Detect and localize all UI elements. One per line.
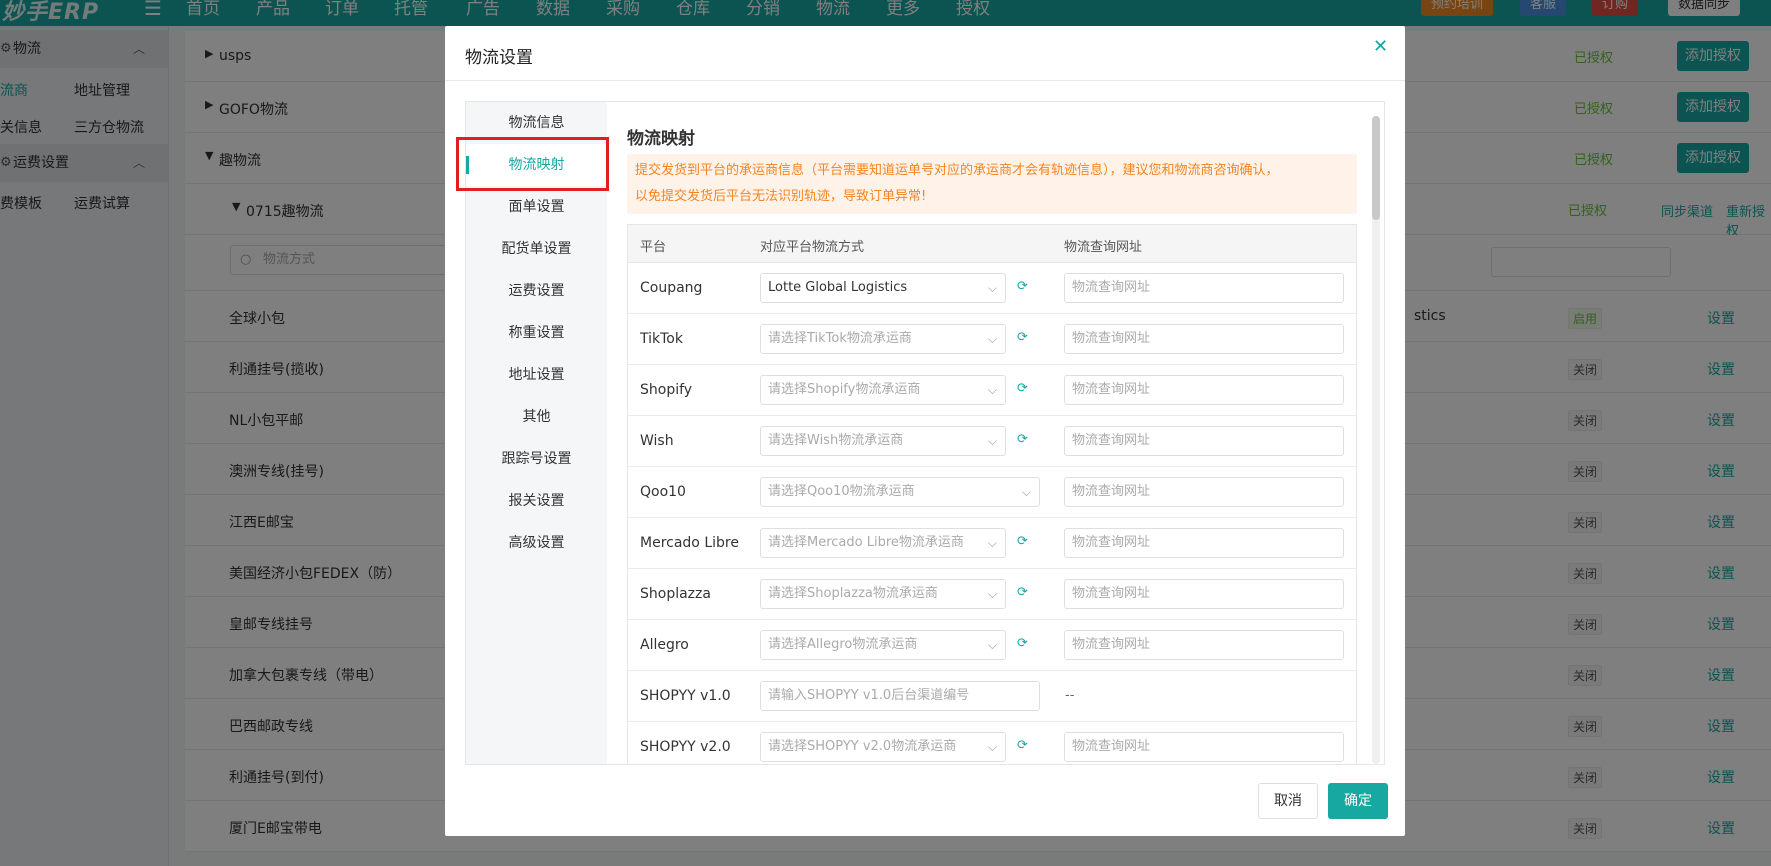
cancel-button[interactable]: 取消 xyxy=(1258,783,1318,819)
carrier-select[interactable]: Lotte Global Logistics ⌵ xyxy=(760,273,1006,303)
carrier-select[interactable]: 请选择Shopify物流承运商 ⌵ xyxy=(760,375,1006,405)
tracking-url-input[interactable]: 物流查询网址 xyxy=(1064,426,1344,456)
carrier-select[interactable]: 请选择Allegro物流承运商 ⌵ xyxy=(760,630,1006,660)
confirm-button[interactable]: 确定 xyxy=(1328,783,1388,819)
tracking-url-input[interactable]: 物流查询网址 xyxy=(1064,273,1344,303)
refresh-icon[interactable]: ⟳ xyxy=(1017,534,1028,549)
refresh-icon[interactable]: ⟳ xyxy=(1017,432,1028,447)
table-row: SHOPYY v1.0 请输入SHOPYY v1.0后台渠道编号 -- xyxy=(628,671,1356,722)
chevron-down-icon: ⌵ xyxy=(987,587,997,601)
carrier-select[interactable]: 请选择TikTok物流承运商 ⌵ xyxy=(760,324,1006,354)
col-carrier: 对应平台物流方式 xyxy=(760,240,865,255)
refresh-icon[interactable]: ⟳ xyxy=(1017,279,1028,294)
carrier-select[interactable]: 请选择SHOPYY v2.0物流承运商 ⌵ xyxy=(760,732,1006,762)
refresh-icon[interactable]: ⟳ xyxy=(1017,636,1028,651)
chevron-down-icon: ⌵ xyxy=(987,638,997,652)
modal-header: 物流设置 ✕ xyxy=(445,26,1405,81)
table-row: SHOPYY v2.0 请选择SHOPYY v2.0物流承运商 ⌵ ⟳ 物流查询网… xyxy=(628,722,1356,764)
table-row: Allegro 请选择Allegro物流承运商 ⌵ ⟳ 物流查询网址 xyxy=(628,620,1356,671)
col-url: 物流查询网址 xyxy=(1064,240,1143,255)
refresh-icon[interactable]: ⟳ xyxy=(1017,330,1028,345)
tracking-url-input[interactable]: 物流查询网址 xyxy=(1064,630,1344,660)
channel-code-input[interactable]: 请输入SHOPYY v1.0后台渠道编号 xyxy=(760,681,1040,711)
table-row: TikTok 请选择TikTok物流承运商 ⌵ ⟳ 物流查询网址 xyxy=(628,314,1356,365)
mapping-pane: 物流映射 提交发货到平台的承运商信息（平台需要知道运单号对应的承运商才会有轨迹信… xyxy=(607,102,1384,764)
table-row: Coupang Lotte Global Logistics ⌵ ⟳ 物流查询网址 xyxy=(628,263,1356,314)
chevron-down-icon: ⌵ xyxy=(987,740,997,754)
logistics-settings-modal: 物流设置 ✕ 物流信息 物流映射 面单设置 配货单设置 运费设置 称重设置 地址… xyxy=(445,26,1405,836)
chevron-down-icon: ⌵ xyxy=(987,383,997,397)
table-row: Shoplazza 请选择Shoplazza物流承运商 ⌵ ⟳ 物流查询网址 xyxy=(628,569,1356,620)
tracking-url-input[interactable]: 物流查询网址 xyxy=(1064,477,1344,507)
tab-advanced[interactable]: 高级设置 xyxy=(466,522,607,564)
tab-tracking-number[interactable]: 跟踪号设置 xyxy=(466,438,607,480)
col-platform: 平台 xyxy=(640,240,667,255)
tracking-url-input[interactable]: 物流查询网址 xyxy=(1064,528,1344,558)
scrollbar-thumb[interactable] xyxy=(1372,116,1380,220)
table-row: Wish 请选择Wish物流承运商 ⌵ ⟳ 物流查询网址 xyxy=(628,416,1356,467)
tab-freight[interactable]: 运费设置 xyxy=(466,270,607,312)
table-row: Qoo10 请选择Qoo10物流承运商 ⌵ 物流查询网址 xyxy=(628,467,1356,518)
chevron-down-icon: ⌵ xyxy=(987,332,997,346)
tracking-url-input[interactable]: 物流查询网址 xyxy=(1064,732,1344,762)
carrier-select[interactable]: 请选择Shoplazza物流承运商 ⌵ xyxy=(760,579,1006,609)
pane-title: 物流映射 xyxy=(627,129,695,149)
mapping-table: 平台 对应平台物流方式 物流查询网址 Coupang Lotte Global … xyxy=(627,224,1357,764)
tracking-url-input[interactable]: 物流查询网址 xyxy=(1064,579,1344,609)
highlight-box xyxy=(456,137,609,191)
close-icon[interactable]: ✕ xyxy=(1373,36,1388,57)
refresh-icon[interactable]: ⟳ xyxy=(1017,585,1028,600)
chevron-down-icon: ⌵ xyxy=(987,434,997,448)
settings-tab-nav: 物流信息 物流映射 面单设置 配货单设置 运费设置 称重设置 地址设置 其他 跟… xyxy=(466,102,607,764)
tab-customs[interactable]: 报关设置 xyxy=(466,480,607,522)
table-header: 平台 对应平台物流方式 物流查询网址 xyxy=(628,225,1356,263)
modal-title: 物流设置 xyxy=(465,48,533,68)
tracking-url-input[interactable]: 物流查询网址 xyxy=(1064,375,1344,405)
chevron-down-icon: ⌵ xyxy=(987,536,997,550)
chevron-down-icon: ⌵ xyxy=(1021,485,1031,499)
tab-label-settings[interactable]: 面单设置 xyxy=(466,186,607,228)
refresh-icon[interactable]: ⟳ xyxy=(1017,381,1028,396)
tab-weighing[interactable]: 称重设置 xyxy=(466,312,607,354)
tracking-url-input[interactable]: 物流查询网址 xyxy=(1064,324,1344,354)
table-row: Shopify 请选择Shopify物流承运商 ⌵ ⟳ 物流查询网址 xyxy=(628,365,1356,416)
tab-address[interactable]: 地址设置 xyxy=(466,354,607,396)
notice-banner: 提交发货到平台的承运商信息（平台需要知道运单号对应的承运商才会有轨迹信息），建议… xyxy=(627,154,1357,214)
modal-body: 物流信息 物流映射 面单设置 配货单设置 运费设置 称重设置 地址设置 其他 跟… xyxy=(456,101,1385,765)
refresh-icon[interactable]: ⟳ xyxy=(1017,738,1028,753)
tab-packing-list[interactable]: 配货单设置 xyxy=(466,228,607,270)
carrier-select[interactable]: 请选择Mercado Libre物流承运商 ⌵ xyxy=(760,528,1006,558)
chevron-down-icon: ⌵ xyxy=(987,281,997,295)
carrier-select[interactable]: 请选择Qoo10物流承运商 ⌵ xyxy=(760,477,1040,507)
carrier-select[interactable]: 请选择Wish物流承运商 ⌵ xyxy=(760,426,1006,456)
table-row: Mercado Libre 请选择Mercado Libre物流承运商 ⌵ ⟳ 物… xyxy=(628,518,1356,569)
tab-other[interactable]: 其他 xyxy=(466,396,607,438)
empty-url-placeholder: -- xyxy=(1065,688,1075,703)
